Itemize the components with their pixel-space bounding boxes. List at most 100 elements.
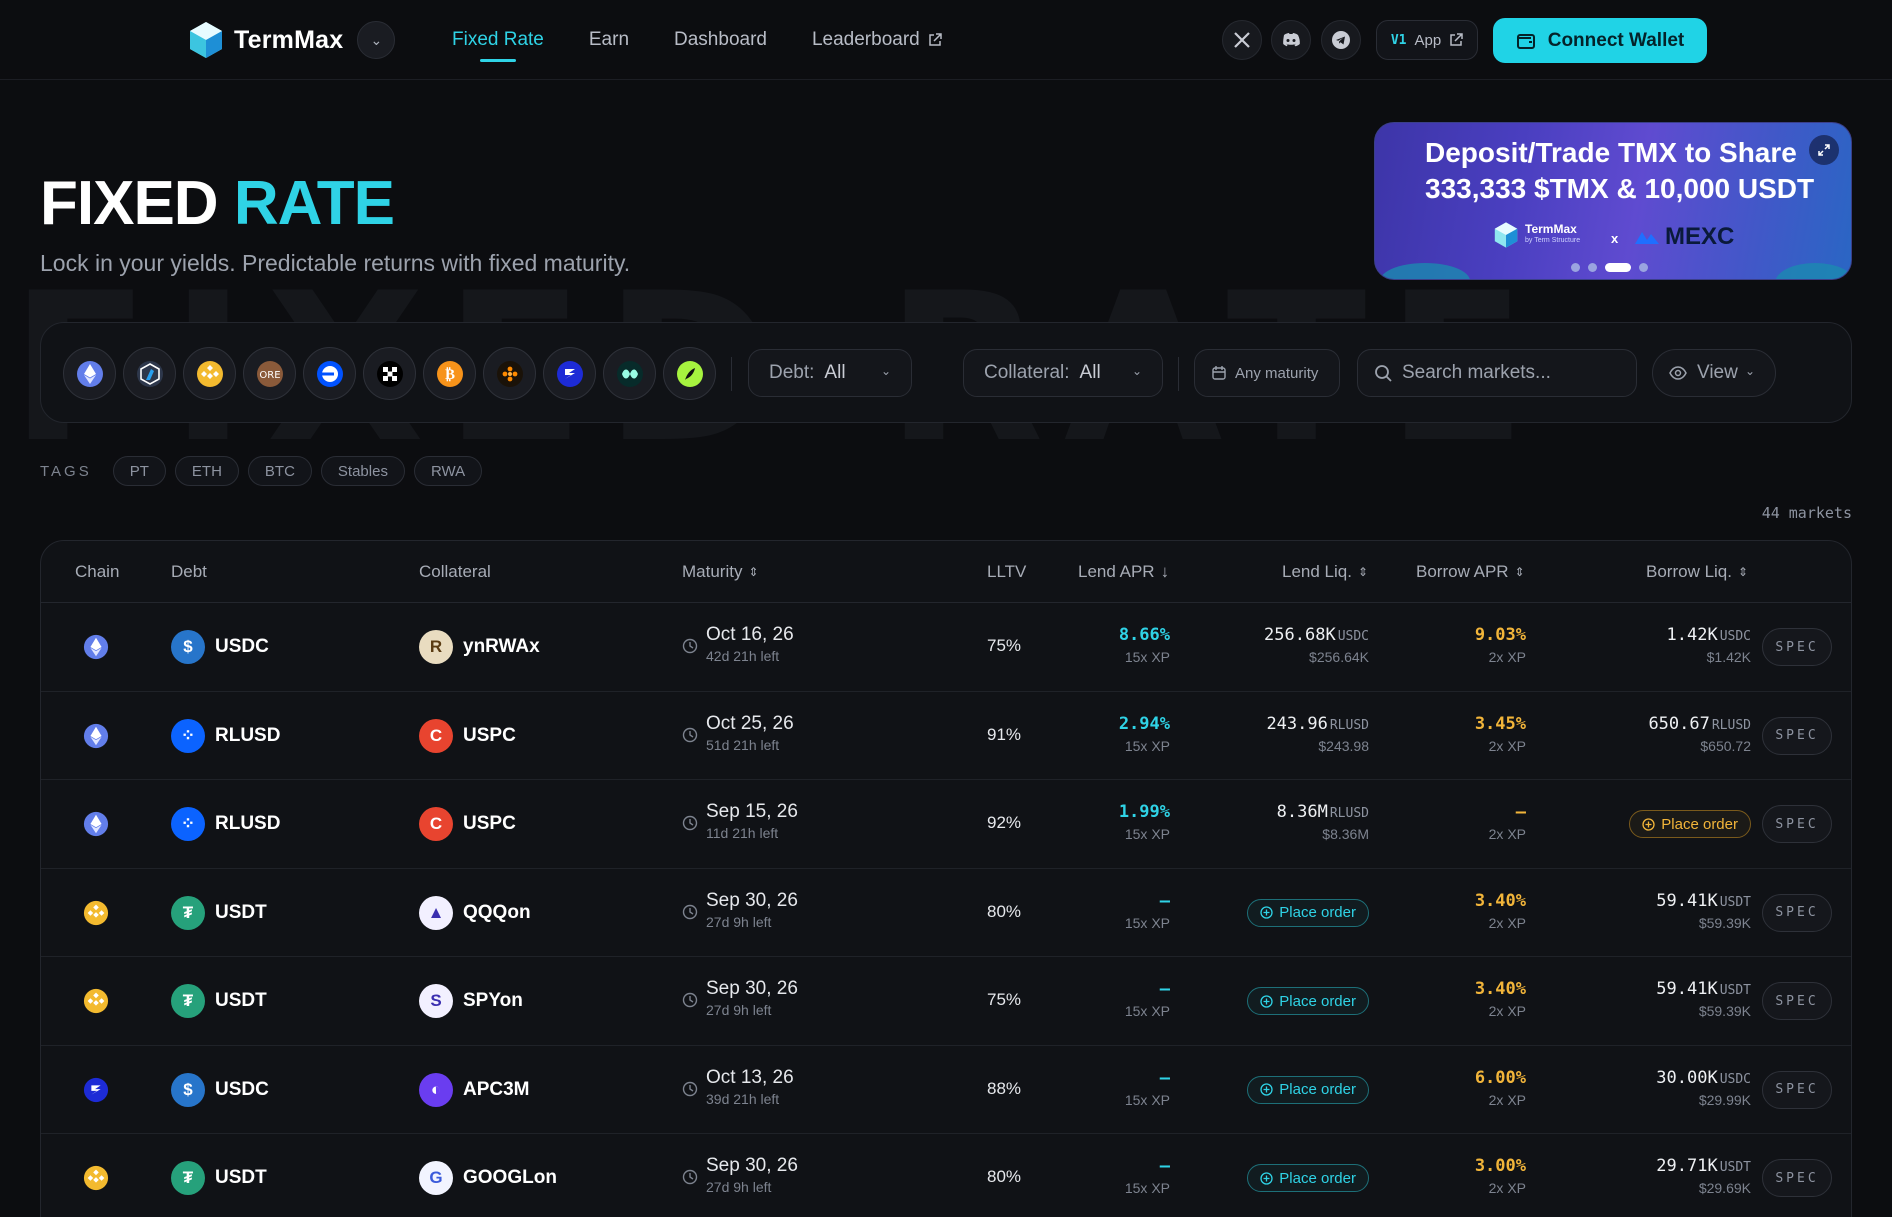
tag-pt[interactable]: PT — [112, 456, 166, 486]
borrow-xp-badge: 2x XP — [1488, 826, 1526, 842]
chain-filter-bitcoin[interactable]: ₿ — [423, 347, 476, 400]
place-order-button[interactable]: Place order — [1247, 1164, 1369, 1192]
googlon-token-icon: G — [419, 1161, 453, 1195]
maturity-text: Oct 16, 26 42d 21h left — [706, 624, 794, 664]
banner-expand-button[interactable] — [1809, 135, 1839, 165]
banner-dot[interactable] — [1571, 263, 1580, 272]
table-row[interactable]: ₮ USDT S SPYon Sep 30, 26 27d 9h left 75% – 15x … — [41, 957, 1851, 1046]
col-lend-liq-sort[interactable]: Lend Liq. ⇕ — [1282, 541, 1368, 603]
filter-bar: ORE ₿ Debt: All ⌄ Collateral: All ⌄ Any mat… — [40, 322, 1852, 423]
table-row[interactable]: ⁘ RLUSD C USPC Oct 25, 26 51d 21h left 91% 2.94… — [41, 692, 1851, 780]
table-row[interactable]: $ USDC ◐ APC3M Oct 13, 26 39d 21h left 88% – 15x… — [41, 1046, 1851, 1134]
usdt-token-icon: ₮ — [171, 1161, 205, 1195]
spec-button[interactable]: SPEC — [1762, 1159, 1832, 1197]
chain-cell — [83, 634, 109, 660]
plus-circle-icon — [1260, 1171, 1273, 1185]
debt-token: ⁘ RLUSD — [171, 718, 280, 753]
markets-table: Chain Debt Collateral Maturity ⇕ LLTV Len… — [40, 540, 1852, 1217]
col-maturity-sort[interactable]: Maturity ⇕ — [682, 541, 759, 603]
table-row[interactable]: ⁘ RLUSD C USPC Sep 15, 26 11d 21h left 92% 1.99… — [41, 780, 1851, 869]
maturity-cell: Sep 30, 26 27d 9h left — [682, 890, 798, 930]
place-order-button[interactable]: Place order — [1247, 987, 1369, 1015]
banner-dot[interactable] — [1588, 263, 1597, 272]
chain-filter-base[interactable] — [303, 347, 356, 400]
nav-leaderboard[interactable]: Leaderboard — [812, 0, 942, 80]
borrow-apr-cell: 3.00% 2x XP — [1475, 1156, 1526, 1196]
arbitrum-icon — [136, 360, 163, 387]
brand-menu-chevron-icon[interactable]: ⌄ — [357, 21, 396, 59]
maturity-text: Sep 30, 26 27d 9h left — [706, 978, 798, 1018]
spec-button[interactable]: SPEC — [1762, 893, 1832, 932]
table-row[interactable]: ₮ USDT G GOOGLon Sep 30, 26 27d 9h left 80% – 15… — [41, 1134, 1851, 1217]
chain-filter-mantle[interactable]: ORE — [243, 347, 296, 400]
chain-filter-bnb[interactable] — [183, 347, 236, 400]
col-collateral: Collateral — [419, 541, 491, 603]
x-twitter-button[interactable] — [1222, 20, 1262, 60]
maturity-cell: Sep 30, 26 27d 9h left — [682, 978, 798, 1018]
col-lend-apr-sort[interactable]: Lend APR ↓ — [1078, 541, 1169, 603]
promo-banner[interactable]: Deposit/Trade TMX to Share 333,333 $TMX … — [1374, 122, 1852, 280]
chain-filter-sonic[interactable] — [543, 347, 596, 400]
view-select[interactable]: View ⌄ — [1652, 349, 1776, 397]
table-row[interactable]: ₮ USDT ▲ QQQon Sep 30, 26 27d 9h left 80% – 15x … — [41, 869, 1851, 957]
discord-button[interactable] — [1271, 20, 1311, 60]
spec-button[interactable]: SPEC — [1762, 805, 1832, 843]
banner-dot[interactable] — [1639, 263, 1648, 272]
col-borrow-liq-sort[interactable]: Borrow Liq. ⇕ — [1646, 541, 1748, 603]
connect-wallet-button[interactable]: Connect Wallet — [1493, 18, 1707, 63]
svg-text:₿: ₿ — [444, 365, 454, 383]
termmax-logo-icon — [190, 22, 222, 58]
maturity-remaining: 27d 9h left — [706, 913, 772, 930]
tag-rwa[interactable]: RWA — [413, 456, 483, 486]
lend-liquidity-unit: USDC — [1337, 629, 1369, 644]
debt-select[interactable]: Debt: All ⌄ — [748, 349, 912, 397]
maturity-remaining: 27d 9h left — [706, 1002, 772, 1018]
tag-stables[interactable]: Stables — [320, 456, 405, 486]
spec-button[interactable]: SPEC — [1762, 1070, 1832, 1109]
clock-icon — [682, 727, 698, 742]
lend-liquidity-unit: RLUSD — [1329, 717, 1369, 733]
place-order-button[interactable]: Place order — [1247, 898, 1369, 927]
debt-token-symbol: USDT — [215, 901, 267, 923]
nav-fixed-rate[interactable]: Fixed Rate — [452, 0, 544, 80]
v1-app-link[interactable]: V1 App — [1376, 20, 1478, 60]
lltv-value: 80% — [987, 901, 1022, 921]
debt-token-symbol: USDT — [215, 990, 267, 1011]
col-lltv: LLTV — [987, 541, 1026, 603]
telegram-button[interactable] — [1321, 20, 1361, 60]
chain-filter-okx[interactable] — [363, 347, 416, 400]
search-input[interactable]: Search markets... — [1357, 349, 1637, 397]
collateral-select[interactable]: Collateral: All ⌄ — [963, 349, 1163, 397]
spec-button[interactable]: SPEC — [1762, 982, 1832, 1020]
collateral-token: S SPYon — [419, 984, 523, 1018]
chain-filter-ethereum[interactable] — [63, 347, 116, 400]
banner-brand-sub: by Term Structure — [1525, 237, 1581, 244]
col-chain: Chain — [75, 541, 119, 603]
col-borrow-apr-sort[interactable]: Borrow APR ⇕ — [1416, 541, 1525, 603]
collateral-token: C USPC — [419, 718, 516, 753]
chain-filter-hyperliquid[interactable] — [603, 347, 656, 400]
debt-token-symbol: USDT — [215, 1167, 267, 1188]
lend-xp-badge: 15x XP — [1124, 1091, 1170, 1108]
nav-earn[interactable]: Earn — [589, 0, 629, 80]
debt-token: $ USDC — [171, 1072, 269, 1107]
rlusd-token-icon: ⁘ — [171, 718, 205, 753]
chevron-down-icon: ⌄ — [880, 364, 891, 378]
lend-apr-cell: 1.99% 15x XP — [1119, 802, 1170, 842]
place-order-button[interactable]: Place order — [1629, 810, 1751, 838]
chain-filter-arbitrum[interactable] — [123, 347, 176, 400]
spec-button[interactable]: SPEC — [1762, 716, 1832, 755]
maturity-filter[interactable]: Any maturity — [1194, 349, 1340, 397]
place-order-button[interactable]: Place order — [1247, 1075, 1369, 1104]
banner-dot-active[interactable] — [1605, 263, 1631, 272]
eye-icon — [1669, 366, 1687, 380]
tag-eth[interactable]: ETH — [174, 456, 239, 486]
borrow-apr-value: 3.40% — [1474, 979, 1526, 999]
brand-logo[interactable]: TermMax ⌄ — [188, 20, 396, 60]
tag-btc[interactable]: BTC — [247, 456, 312, 486]
chain-filter-plume[interactable] — [663, 347, 716, 400]
table-row[interactable]: $ USDC RynRWAx Oct 16, 26 42d 21h left 75% 8.6… — [41, 603, 1851, 692]
chain-filter-berachain[interactable] — [483, 347, 536, 400]
nav-dashboard[interactable]: Dashboard — [674, 0, 767, 80]
spec-button[interactable]: SPEC — [1762, 628, 1832, 666]
